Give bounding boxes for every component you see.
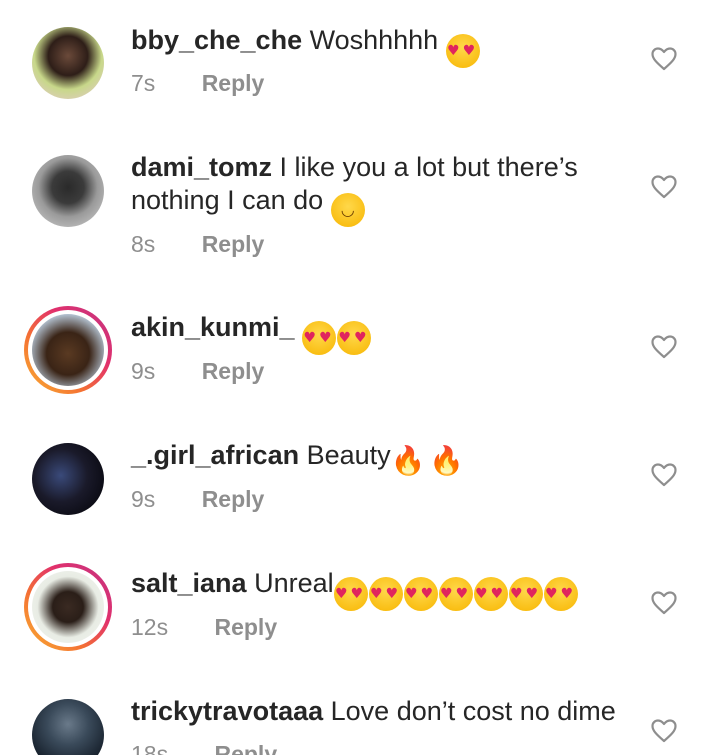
avatar-story-ring[interactable] (24, 563, 112, 651)
heart-eyes-emoji-icon: ♥♥ (445, 34, 480, 68)
comment-timestamp: 9s (131, 358, 156, 384)
comment-meta: 9s Reply (131, 486, 264, 513)
reply-button[interactable]: Reply (202, 358, 265, 385)
comment-timestamp: 7s (131, 70, 156, 96)
heart-outline-icon[interactable] (651, 175, 677, 199)
fire-emoji-icon: 🔥 (390, 444, 426, 477)
comment-body: akin_kunmi_ ♥♥ ♥♥ (131, 311, 631, 355)
comment-text: Love don’t cost no dime (330, 696, 616, 726)
comment-body: bby_che_che Woshhhhh ♥♥ (131, 24, 631, 68)
comment-body: trickytravotaaa Love don’t cost no dime (131, 695, 631, 728)
heart-outline-icon[interactable] (651, 719, 677, 743)
comment-meta: 7s Reply (131, 70, 264, 97)
comment-username[interactable]: trickytravotaaa (131, 696, 323, 726)
comment-timestamp: 8s (131, 231, 156, 257)
heart-eyes-emoji-icon: ♥♥ (368, 577, 403, 611)
reply-button[interactable]: Reply (214, 741, 277, 755)
comment-timestamp: 18s (131, 741, 169, 755)
comment-text: Unreal (254, 568, 334, 598)
heart-outline-icon[interactable] (651, 591, 677, 615)
heart-eyes-emoji-icon: ♥♥ (438, 577, 473, 611)
heart-eyes-emoji-icon: ♥♥ (333, 577, 368, 611)
comment-body: _.girl_african Beauty🔥 🔥 (131, 439, 631, 478)
heart-eyes-emoji-icon: ♥♥ (302, 321, 337, 355)
comment-text: Beauty (306, 440, 391, 470)
comment-username[interactable]: akin_kunmi_ (131, 312, 295, 342)
comment-meta: 9s Reply (131, 358, 264, 385)
comment-meta: 12s Reply (131, 614, 277, 641)
heart-eyes-emoji-icon: ♥♥ (403, 577, 438, 611)
comment-meta: 8s Reply (131, 231, 264, 258)
heart-eyes-emoji-icon: ♥♥ (543, 577, 578, 611)
comment-username[interactable]: salt_iana (131, 568, 247, 598)
comments-list: bby_che_che Woshhhhh ♥♥ 7s Reply dami_to… (0, 0, 720, 755)
comment-text: Woshhhhh (309, 25, 439, 55)
comment-username[interactable]: _.girl_african (131, 440, 299, 470)
heart-outline-icon[interactable] (651, 47, 677, 71)
comment-username[interactable]: bby_che_che (131, 25, 302, 55)
reply-button[interactable]: Reply (202, 231, 265, 258)
avatar[interactable] (32, 27, 104, 99)
avatar[interactable] (32, 699, 104, 755)
reply-button[interactable]: Reply (202, 486, 265, 513)
avatar[interactable] (32, 443, 104, 515)
reply-button[interactable]: Reply (202, 70, 265, 97)
fire-emoji-icon: 🔥 (429, 444, 465, 477)
heart-eyes-emoji-icon: ♥♥ (473, 577, 508, 611)
heart-outline-icon[interactable] (651, 463, 677, 487)
comment-body: dami_tomz I like you a lot but there’s n… (131, 151, 631, 227)
comment-timestamp: 12s (131, 614, 169, 640)
avatar-story-ring[interactable] (24, 306, 112, 394)
heart-eyes-emoji-icon: ♥♥ (508, 577, 543, 611)
avatar[interactable] (32, 155, 104, 227)
heart-eyes-emoji-icon: ♥♥ (337, 321, 372, 355)
reply-button[interactable]: Reply (214, 614, 277, 641)
heart-outline-icon[interactable] (651, 335, 677, 359)
comment-username[interactable]: dami_tomz (131, 152, 272, 182)
comment-body: salt_iana Unreal♥♥ ♥♥ ♥♥ ♥♥ ♥♥ ♥♥ ♥♥ (131, 567, 631, 611)
tears-of-joy-emoji-icon: ◡ (330, 193, 365, 227)
comment-meta: 18s Reply (131, 741, 277, 755)
comment-timestamp: 9s (131, 486, 156, 512)
